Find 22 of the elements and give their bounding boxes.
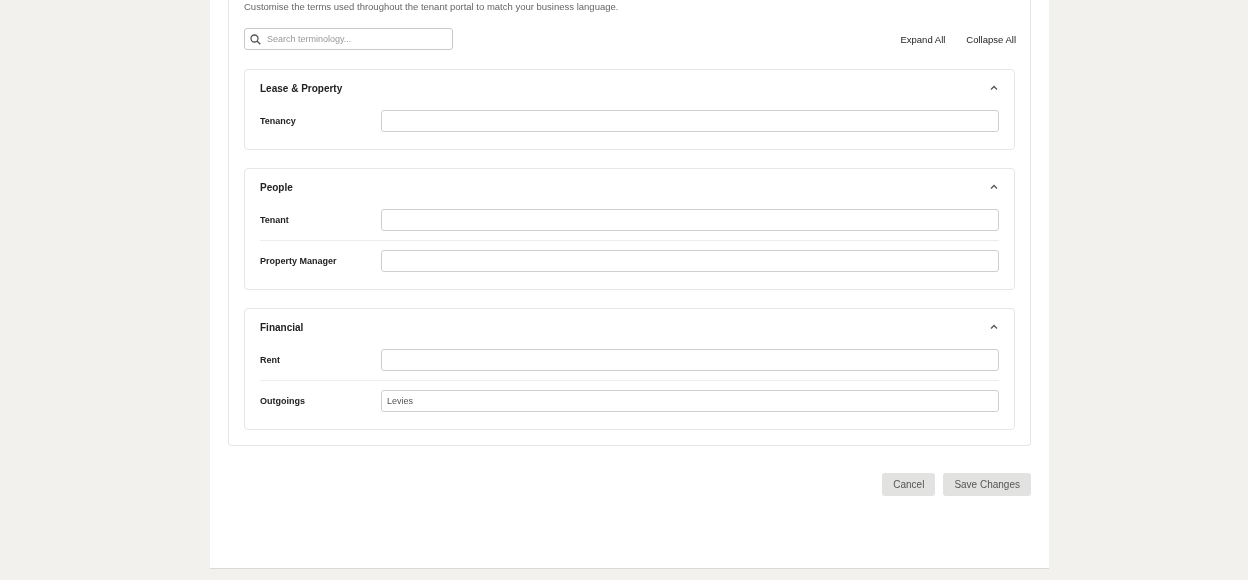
- section-title: Lease & Property: [260, 82, 343, 94]
- description-text: Customise the terms used throughout the tenant portal to match your business language.: [244, 1, 620, 13]
- cancel-button[interactable]: Cancel: [882, 473, 936, 496]
- chevron-up-icon[interactable]: [989, 322, 999, 332]
- search-field[interactable]: Search terminology...: [244, 28, 453, 50]
- term-label: Tenancy: [260, 116, 297, 126]
- term-label: Property Manager: [260, 256, 338, 266]
- term-label: Outgoings: [260, 396, 306, 406]
- section-title: Financial: [260, 321, 304, 333]
- collapse-all-button[interactable]: Collapse All: [966, 33, 1016, 45]
- term-input[interactable]: [381, 250, 999, 272]
- section-title: People: [260, 181, 293, 193]
- term-input[interactable]: [381, 349, 999, 371]
- save-button[interactable]: Save Changes: [943, 473, 1031, 496]
- chevron-up-icon[interactable]: [989, 182, 999, 192]
- chevron-up-icon[interactable]: [989, 83, 999, 93]
- term-label: Rent: [260, 355, 281, 365]
- expand-all-button[interactable]: Expand All: [900, 33, 946, 45]
- term-input[interactable]: Levies: [381, 390, 999, 412]
- term-input[interactable]: [381, 209, 999, 231]
- term-input[interactable]: [381, 110, 999, 132]
- term-label: Tenant: [260, 215, 290, 225]
